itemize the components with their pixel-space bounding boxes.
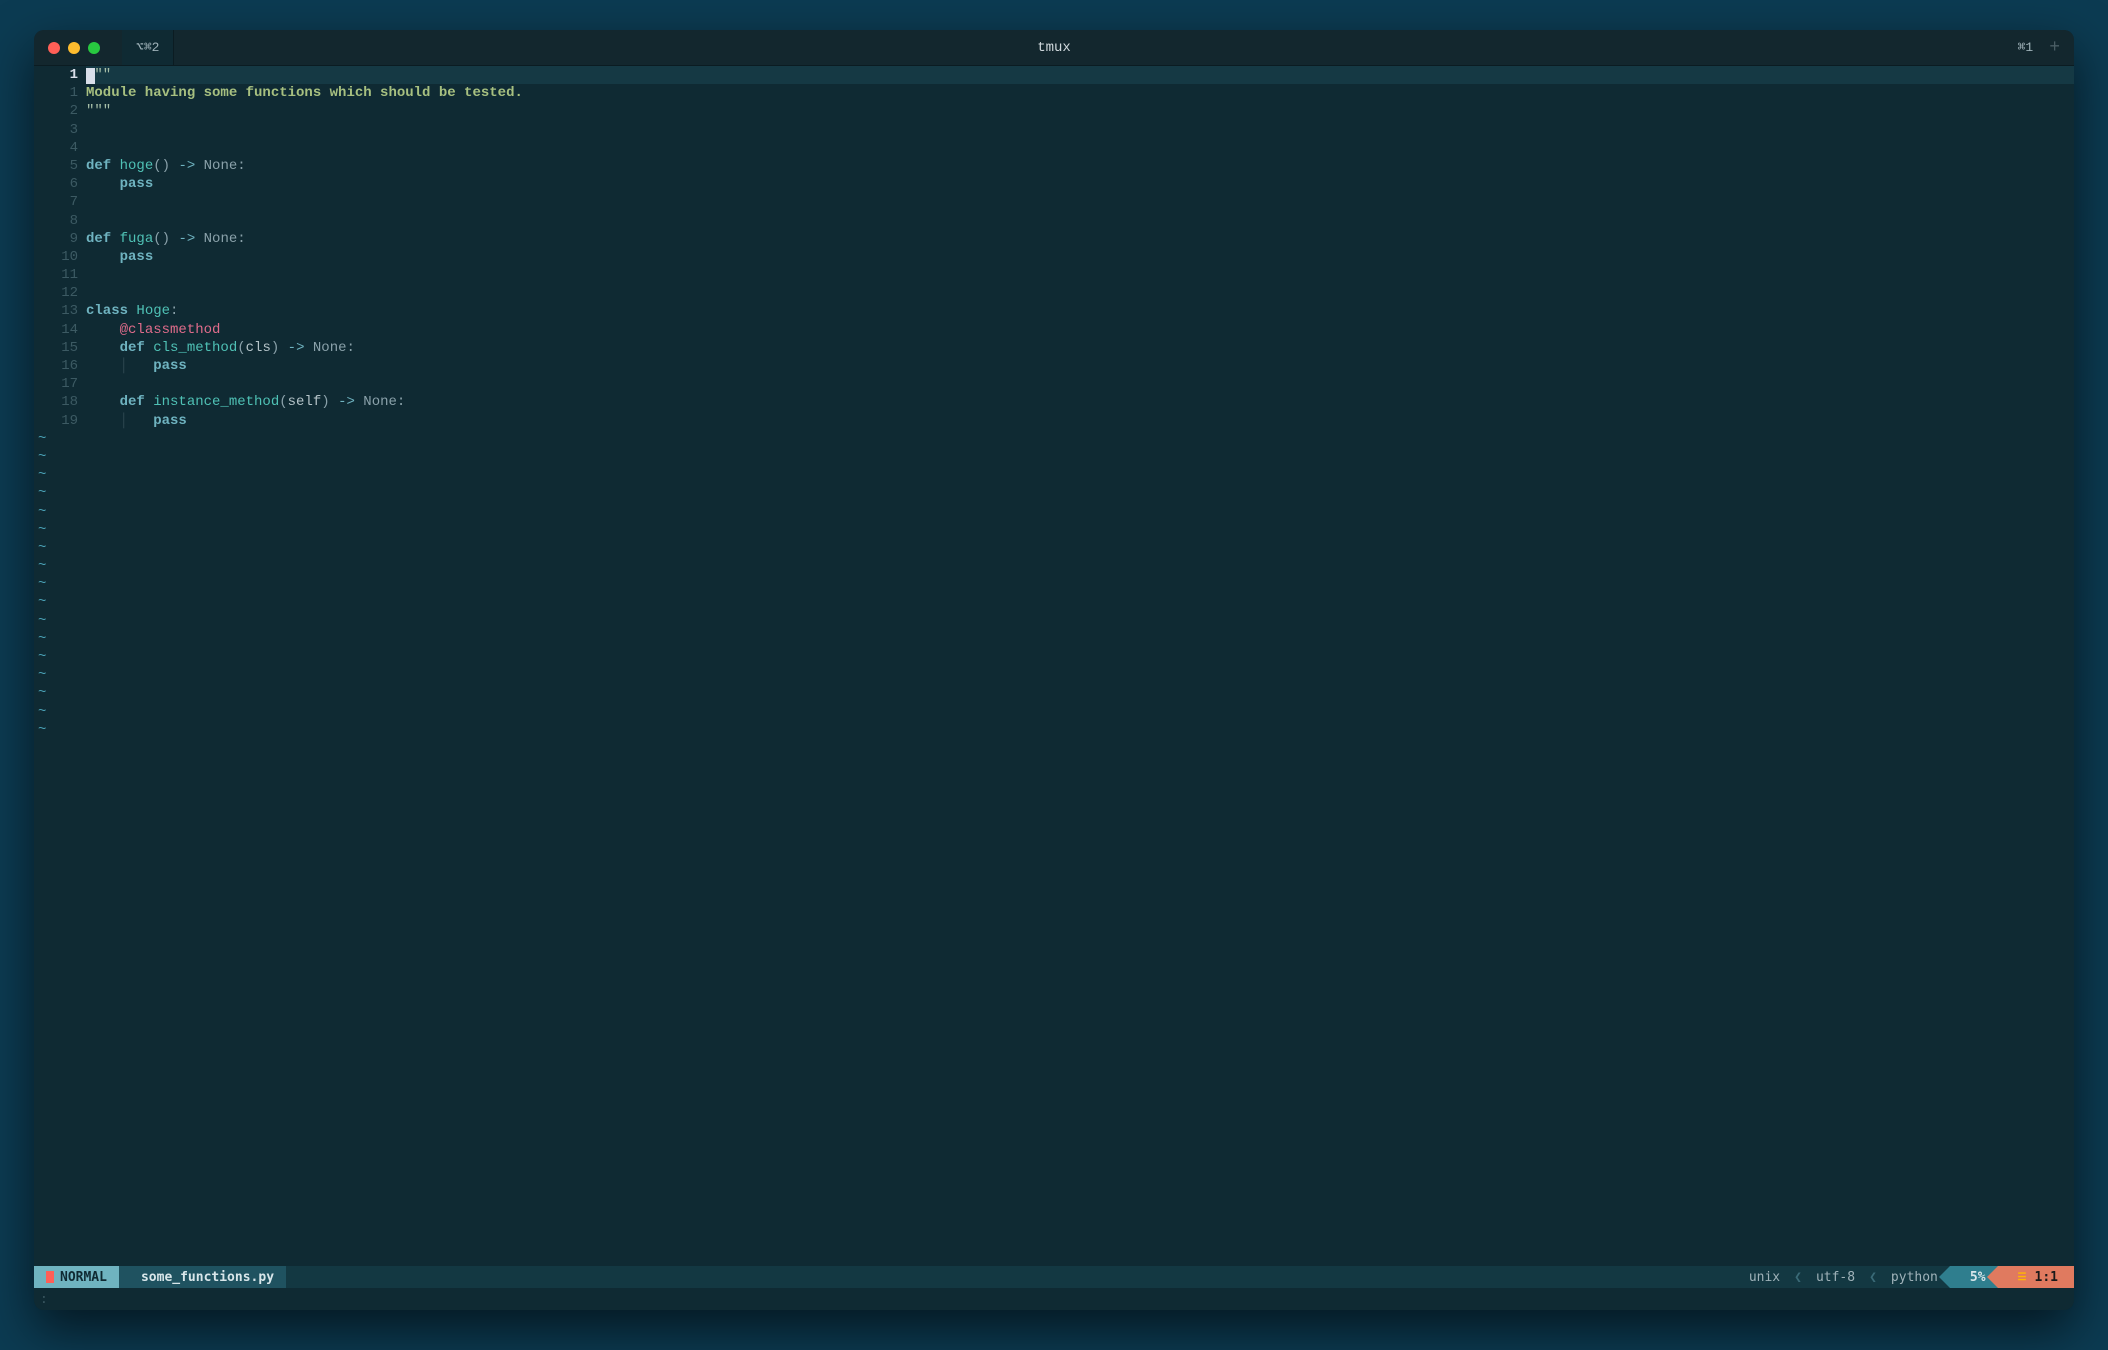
empty-line-tilde: ~ bbox=[34, 430, 2074, 448]
line-number: 3 bbox=[34, 121, 78, 139]
line-number: 16 bbox=[34, 357, 78, 375]
line-number: 12 bbox=[34, 284, 78, 302]
line-number: 17 bbox=[34, 375, 78, 393]
code-line[interactable] bbox=[86, 121, 2074, 139]
empty-line-tilde: ~ bbox=[34, 666, 2074, 684]
line-number: 5 bbox=[34, 157, 78, 175]
empty-line-tilde: ~ bbox=[34, 593, 2074, 611]
line-number: 18 bbox=[34, 393, 78, 411]
line-number: 2 bbox=[34, 102, 78, 120]
maximize-icon[interactable] bbox=[88, 42, 100, 54]
empty-line-tilde: ~ bbox=[34, 539, 2074, 557]
empty-line-tilde: ~ bbox=[34, 703, 2074, 721]
empty-line-tilde: ~ bbox=[34, 575, 2074, 593]
code-line[interactable]: """ bbox=[86, 102, 2074, 120]
empty-line-tilde: ~ bbox=[34, 630, 2074, 648]
editor-viewport[interactable]: 112345678910111213141516171819 """Module… bbox=[34, 66, 2074, 1266]
traffic-lights bbox=[34, 42, 100, 54]
chevron-left-icon: ❮ bbox=[1788, 1270, 1808, 1285]
code-line[interactable]: def instance_method(self) -> None: bbox=[86, 393, 2074, 411]
code-line[interactable]: def hoge() -> None: bbox=[86, 157, 2074, 175]
empty-line-tilde: ~ bbox=[34, 557, 2074, 575]
empty-line-tilde: ~ bbox=[34, 612, 2074, 630]
line-number: 15 bbox=[34, 339, 78, 357]
filename-segment: some_functions.py bbox=[119, 1266, 286, 1288]
line-number: 7 bbox=[34, 193, 78, 211]
add-tab-button[interactable]: + bbox=[2045, 38, 2064, 58]
code-line[interactable]: class Hoge: bbox=[86, 302, 2074, 320]
line-number: 1 bbox=[34, 84, 78, 102]
code-line[interactable] bbox=[86, 284, 2074, 302]
line-number: 1 bbox=[34, 66, 78, 84]
empty-line-tilde: ~ bbox=[34, 648, 2074, 666]
tab-shortcut[interactable]: ⌥⌘2 bbox=[122, 30, 174, 65]
empty-line-tilde: ~ bbox=[34, 684, 2074, 702]
minimize-icon[interactable] bbox=[68, 42, 80, 54]
code-line[interactable]: │ pass bbox=[86, 357, 2074, 375]
empty-line-tilde: ~ bbox=[34, 484, 2074, 502]
statusbar-spacer bbox=[286, 1266, 1737, 1288]
line-number: 14 bbox=[34, 321, 78, 339]
mode-indicator: NORMAL bbox=[34, 1266, 119, 1288]
code-line[interactable]: def fuga() -> None: bbox=[86, 230, 2074, 248]
code-line[interactable]: │ pass bbox=[86, 412, 2074, 430]
encoding-label: utf-8 bbox=[1816, 1270, 1855, 1285]
empty-line-tilde: ~ bbox=[34, 466, 2074, 484]
code-line[interactable]: """ bbox=[86, 66, 2074, 84]
line-number: 8 bbox=[34, 212, 78, 230]
code-line[interactable] bbox=[86, 139, 2074, 157]
chevron-left-icon: ❮ bbox=[1863, 1270, 1883, 1285]
shortcut-label: ⌘1 bbox=[2018, 40, 2034, 55]
code-line[interactable]: Module having some functions which shoul… bbox=[86, 84, 2074, 102]
cursor-position: ☰ 1:1 bbox=[1998, 1266, 2074, 1288]
fileformat-label: unix bbox=[1749, 1270, 1780, 1285]
line-number: 4 bbox=[34, 139, 78, 157]
empty-line-tilde: ~ bbox=[34, 521, 2074, 539]
line-number: 6 bbox=[34, 175, 78, 193]
code-area[interactable]: """Module having some functions which sh… bbox=[86, 66, 2074, 1266]
command-line[interactable]: : bbox=[34, 1288, 2074, 1310]
cursor-position-value: 1:1 bbox=[2035, 1270, 2058, 1285]
code-line[interactable]: pass bbox=[86, 175, 2074, 193]
empty-line-tilde: ~ bbox=[34, 721, 2074, 739]
code-line[interactable] bbox=[86, 193, 2074, 211]
close-icon[interactable] bbox=[48, 42, 60, 54]
empty-line-tilde: ~ bbox=[34, 448, 2074, 466]
line-number: 10 bbox=[34, 248, 78, 266]
fileinfo-segment: unix ❮ utf-8 ❮ python bbox=[1737, 1266, 1950, 1288]
filetype-label: python bbox=[1891, 1270, 1938, 1285]
cursor bbox=[86, 68, 95, 84]
window-title: tmux bbox=[34, 40, 2074, 56]
empty-line-tilde: ~ bbox=[34, 503, 2074, 521]
code-line[interactable]: def cls_method(cls) -> None: bbox=[86, 339, 2074, 357]
line-number: 13 bbox=[34, 302, 78, 320]
line-number: 11 bbox=[34, 266, 78, 284]
code-line[interactable]: @classmethod bbox=[86, 321, 2074, 339]
terminal-window: ⌥⌘2 tmux ⌘1 + 11234567891011121314151617… bbox=[34, 30, 2074, 1310]
line-number: 9 bbox=[34, 230, 78, 248]
statusbar: NORMAL some_functions.py unix ❮ utf-8 ❮ … bbox=[34, 1266, 2074, 1288]
line-number: 19 bbox=[34, 412, 78, 430]
code-line[interactable] bbox=[86, 266, 2074, 284]
code-line[interactable] bbox=[86, 375, 2074, 393]
code-line[interactable] bbox=[86, 212, 2074, 230]
line-number-icon: ☰ bbox=[2018, 1272, 2035, 1283]
code-line[interactable]: pass bbox=[86, 248, 2074, 266]
titlebar: ⌥⌘2 tmux ⌘1 + bbox=[34, 30, 2074, 66]
